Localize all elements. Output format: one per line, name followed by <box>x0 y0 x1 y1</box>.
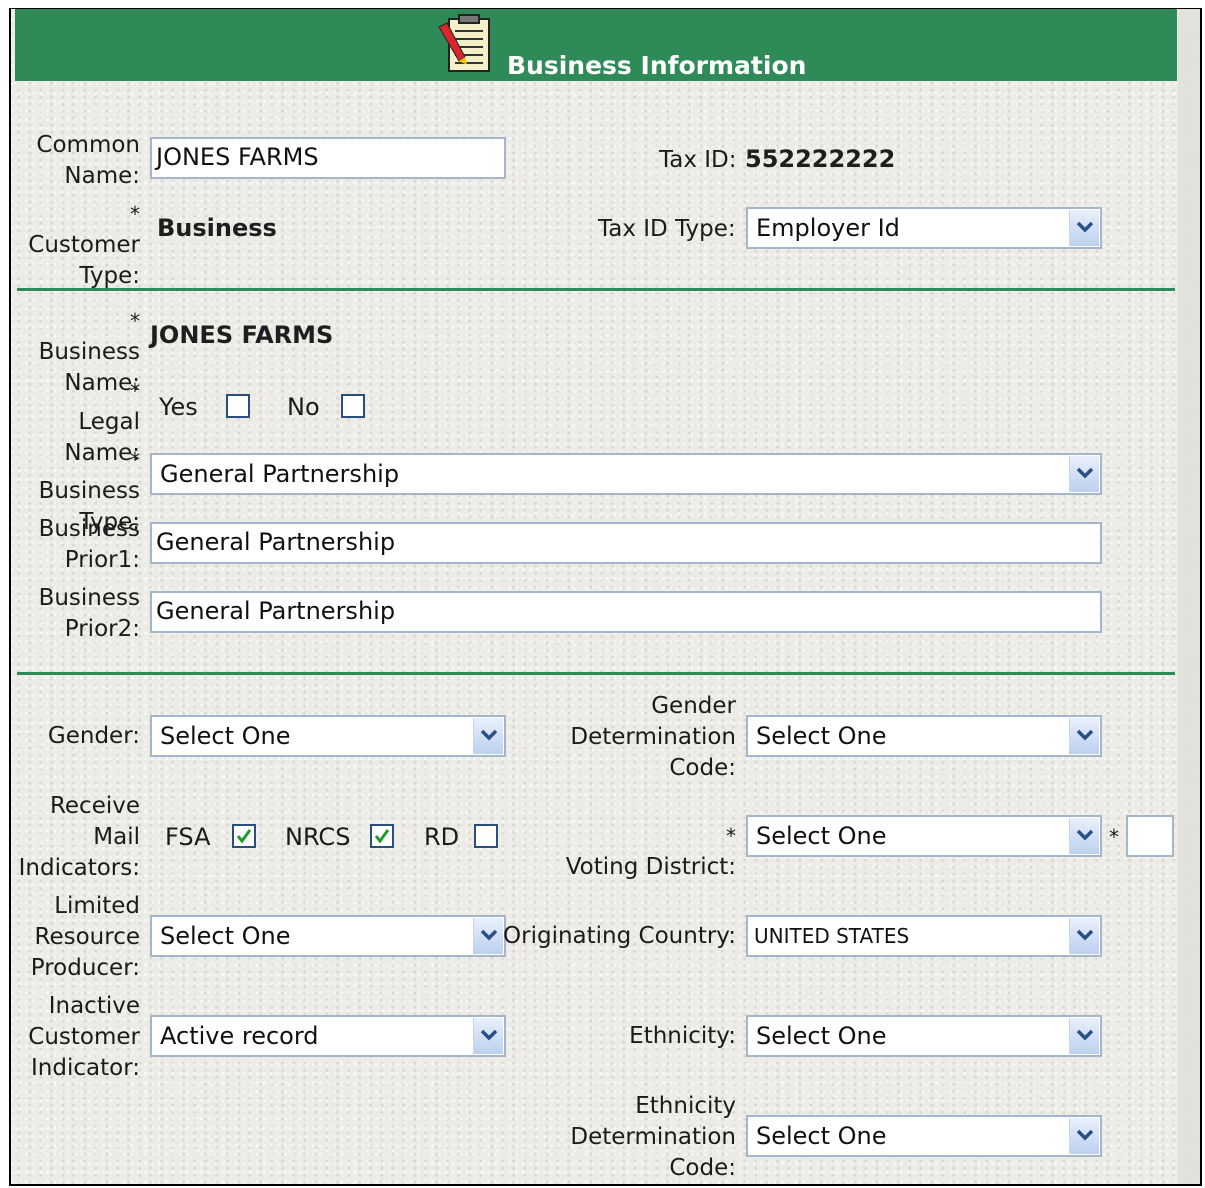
tax-id-label: Tax ID: <box>659 147 737 173</box>
gender-label: Gender: <box>47 723 140 749</box>
business-prior2-input[interactable]: General Partnership <box>150 591 1102 633</box>
ethnicity-determination-label: Ethnicity Determination Code: <box>570 1093 736 1181</box>
limited-resource-producer-selected: Select One <box>160 922 291 950</box>
originating-country-label: Originating Country: <box>503 923 736 949</box>
chevron-down-icon[interactable] <box>1069 818 1099 854</box>
mail-rd-checkbox[interactable] <box>474 824 498 848</box>
mail-rd-label: RD <box>424 823 460 851</box>
ethnicity-selected: Select One <box>756 1022 887 1050</box>
section-header: Business Information <box>15 9 1177 81</box>
voting-district-select[interactable]: Select One <box>746 815 1102 857</box>
business-name-value: JONES FARMS <box>150 321 334 349</box>
section-divider <box>17 288 1175 291</box>
inactive-customer-indicator-select[interactable]: Active record <box>150 1015 506 1057</box>
chevron-down-icon[interactable] <box>1069 1018 1099 1054</box>
customer-type-value: Business <box>157 214 277 242</box>
legal-yes-checkbox[interactable] <box>226 394 250 418</box>
required-marker: * <box>130 448 140 472</box>
clipboard-icon <box>435 13 497 75</box>
ethnicity-label: Ethnicity: <box>629 1023 736 1049</box>
originating-country-selected: UNITED STATES <box>754 924 910 948</box>
business-information-panel: Business Information Common Name: JONES F… <box>9 8 1202 1186</box>
tax-id-type-select[interactable]: Employer Id <box>746 207 1102 249</box>
ethnicity-determination-selected: Select One <box>756 1122 887 1150</box>
gender-determination-label: Gender Determination Code: <box>570 693 736 781</box>
business-type-selected: General Partnership <box>160 460 400 488</box>
mail-fsa-checkbox[interactable] <box>232 824 256 848</box>
chevron-down-icon[interactable] <box>1069 1118 1099 1154</box>
panel-edge-shade <box>1178 9 1200 1184</box>
check-icon <box>236 829 252 844</box>
check-icon <box>374 829 390 844</box>
inactive-customer-indicator-selected: Active record <box>160 1022 319 1050</box>
required-marker: * <box>130 379 140 403</box>
chevron-down-icon[interactable] <box>1069 210 1099 246</box>
ethnicity-determination-select[interactable]: Select One <box>746 1115 1102 1157</box>
tax-id-value: 552222222 <box>745 145 896 173</box>
mail-fsa-label: FSA <box>165 823 211 851</box>
tax-id-type-label: Tax ID Type: <box>598 216 736 242</box>
chevron-down-icon[interactable] <box>1069 456 1099 492</box>
business-prior2-label: Business Prior2: <box>38 585 140 642</box>
legal-yes-label: Yes <box>159 393 198 421</box>
legal-no-label: No <box>287 393 320 421</box>
gender-determination-selected: Select One <box>756 722 887 750</box>
limited-resource-producer-label: Limited Resource Producer: <box>30 893 140 981</box>
customer-type-label: * Customer Type: <box>28 199 140 292</box>
gender-determination-select[interactable]: Select One <box>746 715 1102 757</box>
tax-id-type-selected: Employer Id <box>756 214 900 242</box>
voting-district-label: * Voting District: <box>566 821 736 883</box>
limited-resource-producer-select[interactable]: Select One <box>150 915 506 957</box>
ethnicity-select[interactable]: Select One <box>746 1015 1102 1057</box>
business-prior1-label: Business Prior1: <box>38 516 140 573</box>
required-marker: * <box>130 309 140 333</box>
chevron-down-icon[interactable] <box>473 918 503 954</box>
chevron-down-icon[interactable] <box>1069 918 1099 954</box>
chevron-down-icon[interactable] <box>1069 718 1099 754</box>
inactive-customer-indicator-label: Inactive Customer Indicator: <box>28 993 140 1081</box>
mail-nrcs-label: NRCS <box>285 823 351 851</box>
section-divider <box>17 672 1175 675</box>
required-marker: * <box>130 202 140 226</box>
common-name-label: Common Name: <box>36 132 140 189</box>
required-marker: * <box>726 824 736 848</box>
business-prior1-input[interactable]: General Partnership <box>150 522 1102 564</box>
gender-selected: Select One <box>160 722 291 750</box>
business-type-select[interactable]: General Partnership <box>150 453 1102 495</box>
mail-indicators-label: Receive Mail Indicators: <box>18 793 140 881</box>
mail-nrcs-checkbox[interactable] <box>370 824 394 848</box>
chevron-down-icon[interactable] <box>473 1018 503 1054</box>
gender-select[interactable]: Select One <box>150 715 506 757</box>
chevron-down-icon[interactable] <box>473 718 503 754</box>
originating-country-select[interactable]: UNITED STATES <box>746 915 1102 957</box>
voting-district-selected: Select One <box>756 822 887 850</box>
page-title: Business Information <box>507 51 807 80</box>
legal-no-checkbox[interactable] <box>341 394 365 418</box>
voting-district-extra-input[interactable] <box>1126 815 1174 857</box>
required-marker: * <box>1109 825 1119 849</box>
common-name-input[interactable]: JONES FARMS <box>150 137 506 179</box>
